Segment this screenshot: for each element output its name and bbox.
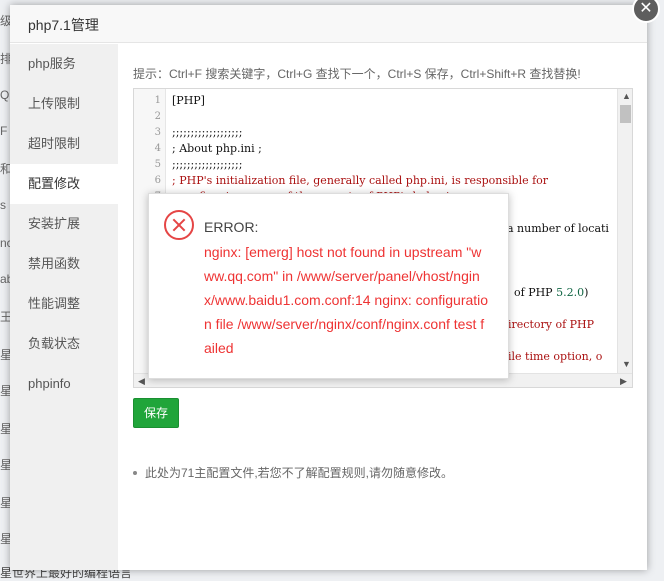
background-fragment: 星 xyxy=(0,384,10,398)
code-line: [PHP] xyxy=(172,94,205,107)
background-fragment: 排 xyxy=(0,52,10,66)
background-fragment: 王 xyxy=(0,310,10,324)
code-line-fragment: irectory of PHP xyxy=(508,318,595,331)
background-fragment: Q xyxy=(0,88,10,102)
code-line-comment: ; PHP's initialization file, generally c… xyxy=(172,174,549,187)
sidebar-item-php-service[interactable]: php服务 xyxy=(10,44,118,84)
vertical-scrollbar[interactable]: ▲ ▼ xyxy=(617,89,632,373)
save-button[interactable]: 保存 xyxy=(133,398,179,428)
code-line-number: 5.2.0 xyxy=(556,286,585,299)
background-fragment: nc xyxy=(0,236,10,250)
background-fragment: ab xyxy=(0,272,10,286)
line-number: 3 xyxy=(154,127,161,138)
editor-hint: 提示：Ctrl+F 搜索关键字，Ctrl+G 查找下一个，Ctrl+S 保存，C… xyxy=(133,67,581,81)
scroll-left-icon[interactable]: ◀ xyxy=(138,376,145,387)
scroll-down-icon[interactable]: ▼ xyxy=(622,359,631,369)
sidebar: php服务 上传限制 超时限制 配置修改 安装扩展 禁用函数 性能调整 负载状态… xyxy=(10,44,118,570)
background-fragment: 级 xyxy=(0,14,10,28)
scroll-up-icon[interactable]: ▲ xyxy=(622,91,631,101)
background-fragment: s xyxy=(0,198,6,212)
line-number: 4 xyxy=(154,143,161,154)
sidebar-item-config-edit[interactable]: 配置修改 xyxy=(10,164,118,204)
modal-header: php7.1管理 xyxy=(10,5,647,43)
bullet-icon xyxy=(133,470,137,475)
background-fragment: 星 xyxy=(0,532,10,546)
error-dialog: ERROR: nginx: [emerg] host not found in … xyxy=(148,193,509,379)
background-fragment: 星 xyxy=(0,422,10,436)
code-line-fragment: a number of locati xyxy=(507,222,609,235)
code-line: ;;;;;;;;;;;;;;;;;;; xyxy=(172,126,243,139)
code-line-fragment: ) xyxy=(584,286,589,299)
error-message: nginx: [emerg] host not found in upstrea… xyxy=(204,244,489,356)
config-note: 此处为71主配置文件,若您不了解配置规则,请勿随意修改。 xyxy=(133,464,453,481)
modal-title: php7.1管理 xyxy=(28,17,99,33)
code-line: ; About php.ini ; xyxy=(172,142,262,155)
sidebar-item-timeout-limit[interactable]: 超时限制 xyxy=(10,124,118,164)
scrollbar-thumb[interactable] xyxy=(620,105,631,123)
sidebar-item-performance[interactable]: 性能调整 xyxy=(10,284,118,324)
line-number: 6 xyxy=(154,175,161,186)
line-number: 1 xyxy=(154,95,161,106)
scroll-right-icon[interactable]: ▶ xyxy=(620,376,627,387)
sidebar-item-upload-limit[interactable]: 上传限制 xyxy=(10,84,118,124)
background-fragment: 星 xyxy=(0,496,10,510)
error-title: ERROR: xyxy=(204,219,259,235)
code-line-fragment: of PHP xyxy=(514,286,557,299)
sidebar-item-install-extensions[interactable]: 安装扩展 xyxy=(10,204,118,244)
background-fragment: F xyxy=(0,124,8,138)
sidebar-item-disabled-functions[interactable]: 禁用函数 xyxy=(10,244,118,284)
sidebar-item-phpinfo[interactable]: phpinfo xyxy=(10,364,118,404)
background-fragment: 星 xyxy=(0,458,10,472)
config-note-text: 此处为71主配置文件,若您不了解配置规则,请勿随意修改。 xyxy=(145,466,454,480)
line-number: 5 xyxy=(154,159,161,170)
sidebar-item-load-status[interactable]: 负载状态 xyxy=(10,324,118,364)
error-x-icon xyxy=(164,210,194,240)
background-fragment: 星 xyxy=(0,348,10,362)
background-fragment: 和 xyxy=(0,162,10,176)
line-number: 2 xyxy=(154,111,161,122)
code-line-fragment: ile time option, o xyxy=(508,350,603,363)
code-line: ;;;;;;;;;;;;;;;;;;; xyxy=(172,158,243,171)
